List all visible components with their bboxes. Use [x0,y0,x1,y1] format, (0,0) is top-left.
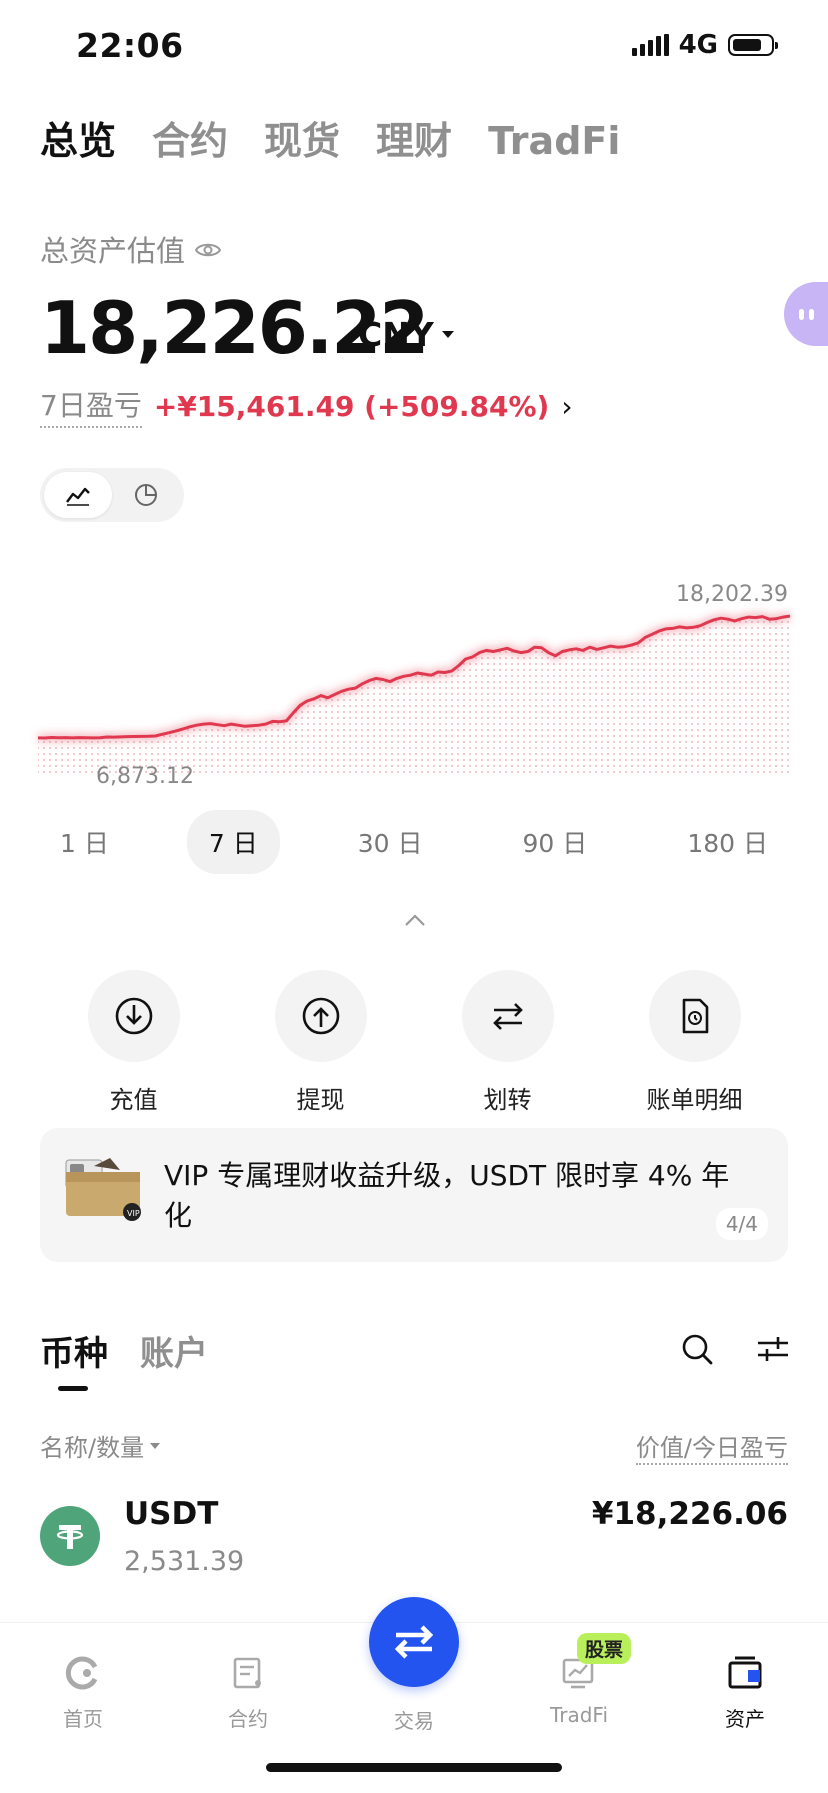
bubble-dot [808,308,814,320]
caret-down-icon [150,1442,161,1449]
bill-details-button[interactable]: 账单明细 [625,970,765,1115]
currency-label: CNY [358,315,434,354]
tab-underline [58,1386,88,1391]
battery-icon [728,34,778,56]
transfer-button[interactable]: 划转 [438,970,578,1115]
bill-icon [682,998,708,1034]
asset-tabs: 币种 账户 [40,1326,208,1375]
range-180d[interactable]: 180 日 [665,810,790,874]
eye-icon[interactable] [194,232,222,266]
nav-home-label: 首页 [63,1707,103,1731]
range-90d[interactable]: 90 日 [501,810,610,874]
sort-by-name[interactable]: 名称/数量 [40,1428,161,1463]
banner-text: VIP 专属理财收益升级，USDT 限时享 4% 年化 [164,1159,730,1232]
tab-overview[interactable]: 总览 [40,110,116,165]
transfer-circle [461,970,554,1062]
name-amount-header: 名称/数量 [40,1434,145,1462]
chevron-up-icon[interactable] [404,912,426,931]
chat-bubble-button[interactable] [784,282,828,346]
tab-spot[interactable]: 现货 [264,110,340,165]
tab-accounts[interactable]: 账户 [140,1326,208,1375]
bill-details-label: 账单明细 [646,1086,743,1114]
deposit-button[interactable]: 充值 [64,970,204,1115]
pnl-label: 7日盈亏 [40,384,142,428]
svg-text:VIP: VIP [127,1209,140,1218]
nav-assets-label: 资产 [725,1707,765,1731]
status-time: 22:06 [76,26,184,65]
coin-value: ¥18,226.06 [591,1496,788,1532]
top-tabs: 总览 合约 现货 理财 TradFi [40,110,620,165]
deposit-icon [115,997,152,1035]
network-label: 4G [678,30,718,60]
search-icon[interactable] [680,1332,714,1370]
bubble-dot [798,308,804,320]
bill-circle [648,970,741,1062]
tab-futures[interactable]: 合约 [152,110,228,165]
nav-futures-label: 合约 [228,1707,268,1731]
range-30d[interactable]: 30 日 [336,810,445,874]
banner-page-indicator: 4/4 [715,1208,768,1240]
tab-coins[interactable]: 币种 [40,1326,108,1375]
chart-min-label: 6,873.12 [96,764,194,789]
transfer-icon [492,1003,523,1030]
withdraw-circle [274,970,367,1062]
withdraw-label: 提现 [296,1086,345,1114]
transfer-label: 划转 [483,1086,532,1114]
chevron-right-icon: › [561,389,573,423]
wallet-icon [728,1656,762,1689]
coin-amount: 2,531.39 [124,1546,245,1577]
chart-type-toggle [40,468,184,522]
wallet-illustration-icon: VIP [64,1156,148,1226]
deposit-circle [87,970,180,1062]
caret-down-icon [441,331,454,338]
value-pnl-header[interactable]: 价值/今日盈亏 [635,1428,788,1465]
currency-selector[interactable]: CNY [358,315,454,354]
stocks-badge: 股票 [577,1633,632,1664]
coin-name[interactable]: USDT [124,1496,218,1532]
deposit-label: 充值 [109,1086,158,1114]
nav-futures[interactable]: 合约 [193,1655,303,1732]
time-range-tabs: 1 日 7 日 30 日 90 日 180 日 [0,810,828,874]
total-assets-label: 总资产估值 [40,228,222,270]
range-1d[interactable]: 1 日 [38,810,131,874]
line-chart-toggle[interactable] [44,472,112,518]
home-icon [65,1656,98,1690]
chart-area [38,616,790,776]
signal-icon [631,34,669,56]
home-indicator [266,1763,562,1772]
withdraw-icon [302,997,339,1035]
bottom-nav: 首页 合约 交易 TradFi 股票 资产 [0,1597,828,1793]
usdt-logo-icon [40,1506,100,1566]
status-icons: 4G [631,30,778,60]
pnl-row[interactable]: 7日盈亏 +¥15,461.49 (+509.84%) › [40,384,573,428]
trade-button[interactable] [369,1597,459,1687]
nav-trade-label: 交易 [394,1709,434,1733]
total-assets-text: 总资产估值 [40,234,186,268]
pnl-value: +¥15,461.49 (+509.84%) [153,389,550,423]
nav-tradfi-label: TradFi [549,1703,609,1727]
pie-chart-toggle[interactable] [112,472,180,518]
nav-assets[interactable]: 资产 [690,1655,800,1732]
pie-chart-icon [135,484,157,506]
range-7d[interactable]: 7 日 [186,810,280,874]
tab-earn[interactable]: 理财 [376,110,452,165]
swap-icon [394,1625,434,1659]
line-chart-icon [66,487,90,506]
nav-home[interactable]: 首页 [28,1655,138,1732]
futures-icon [233,1657,261,1689]
tab-tradfi[interactable]: TradFi [488,119,620,163]
quick-actions: 充值 提现 划转 账单明细 [0,970,828,1115]
nav-tradfi[interactable]: TradFi [524,1655,634,1727]
promo-banner[interactable]: VIP VIP 专属理财收益升级，USDT 限时享 4% 年化 4/4 [40,1128,788,1262]
filter-icon[interactable] [756,1334,790,1368]
withdraw-button[interactable]: 提现 [251,970,391,1115]
